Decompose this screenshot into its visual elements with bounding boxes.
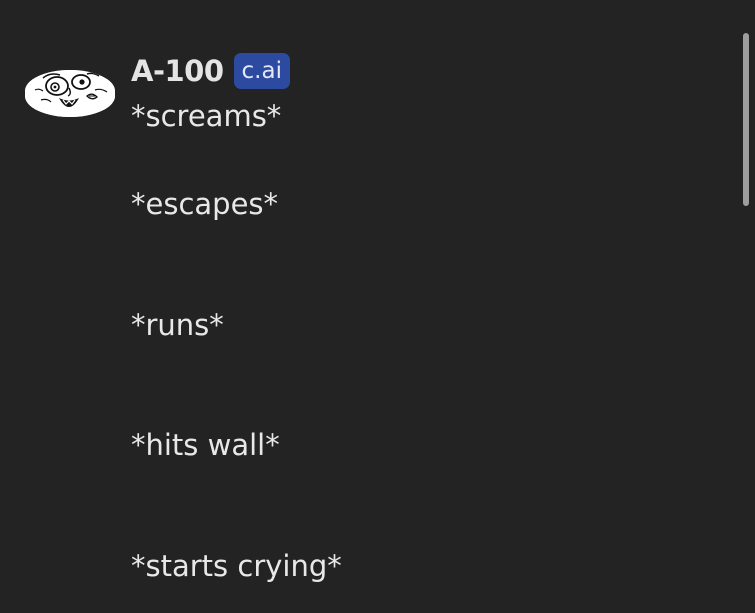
message-line: *runs* xyxy=(131,308,224,342)
message-line: *escapes* xyxy=(131,187,279,221)
scrollbar-thumb[interactable] xyxy=(743,33,749,206)
message-line: *hits wall* xyxy=(131,428,280,462)
message-line: *starts crying* xyxy=(131,549,342,583)
message-line: *screams* xyxy=(131,99,282,133)
cai-badge: c.ai xyxy=(233,53,290,89)
chat-view: A-100 c.ai *screams* *escapes* *runs* *h… xyxy=(0,0,755,613)
character-avatar[interactable] xyxy=(25,70,115,117)
meme-face-avatar-icon xyxy=(25,70,115,117)
character-name[interactable]: A-100 xyxy=(131,52,224,90)
message-header: A-100 c.ai xyxy=(131,52,290,90)
